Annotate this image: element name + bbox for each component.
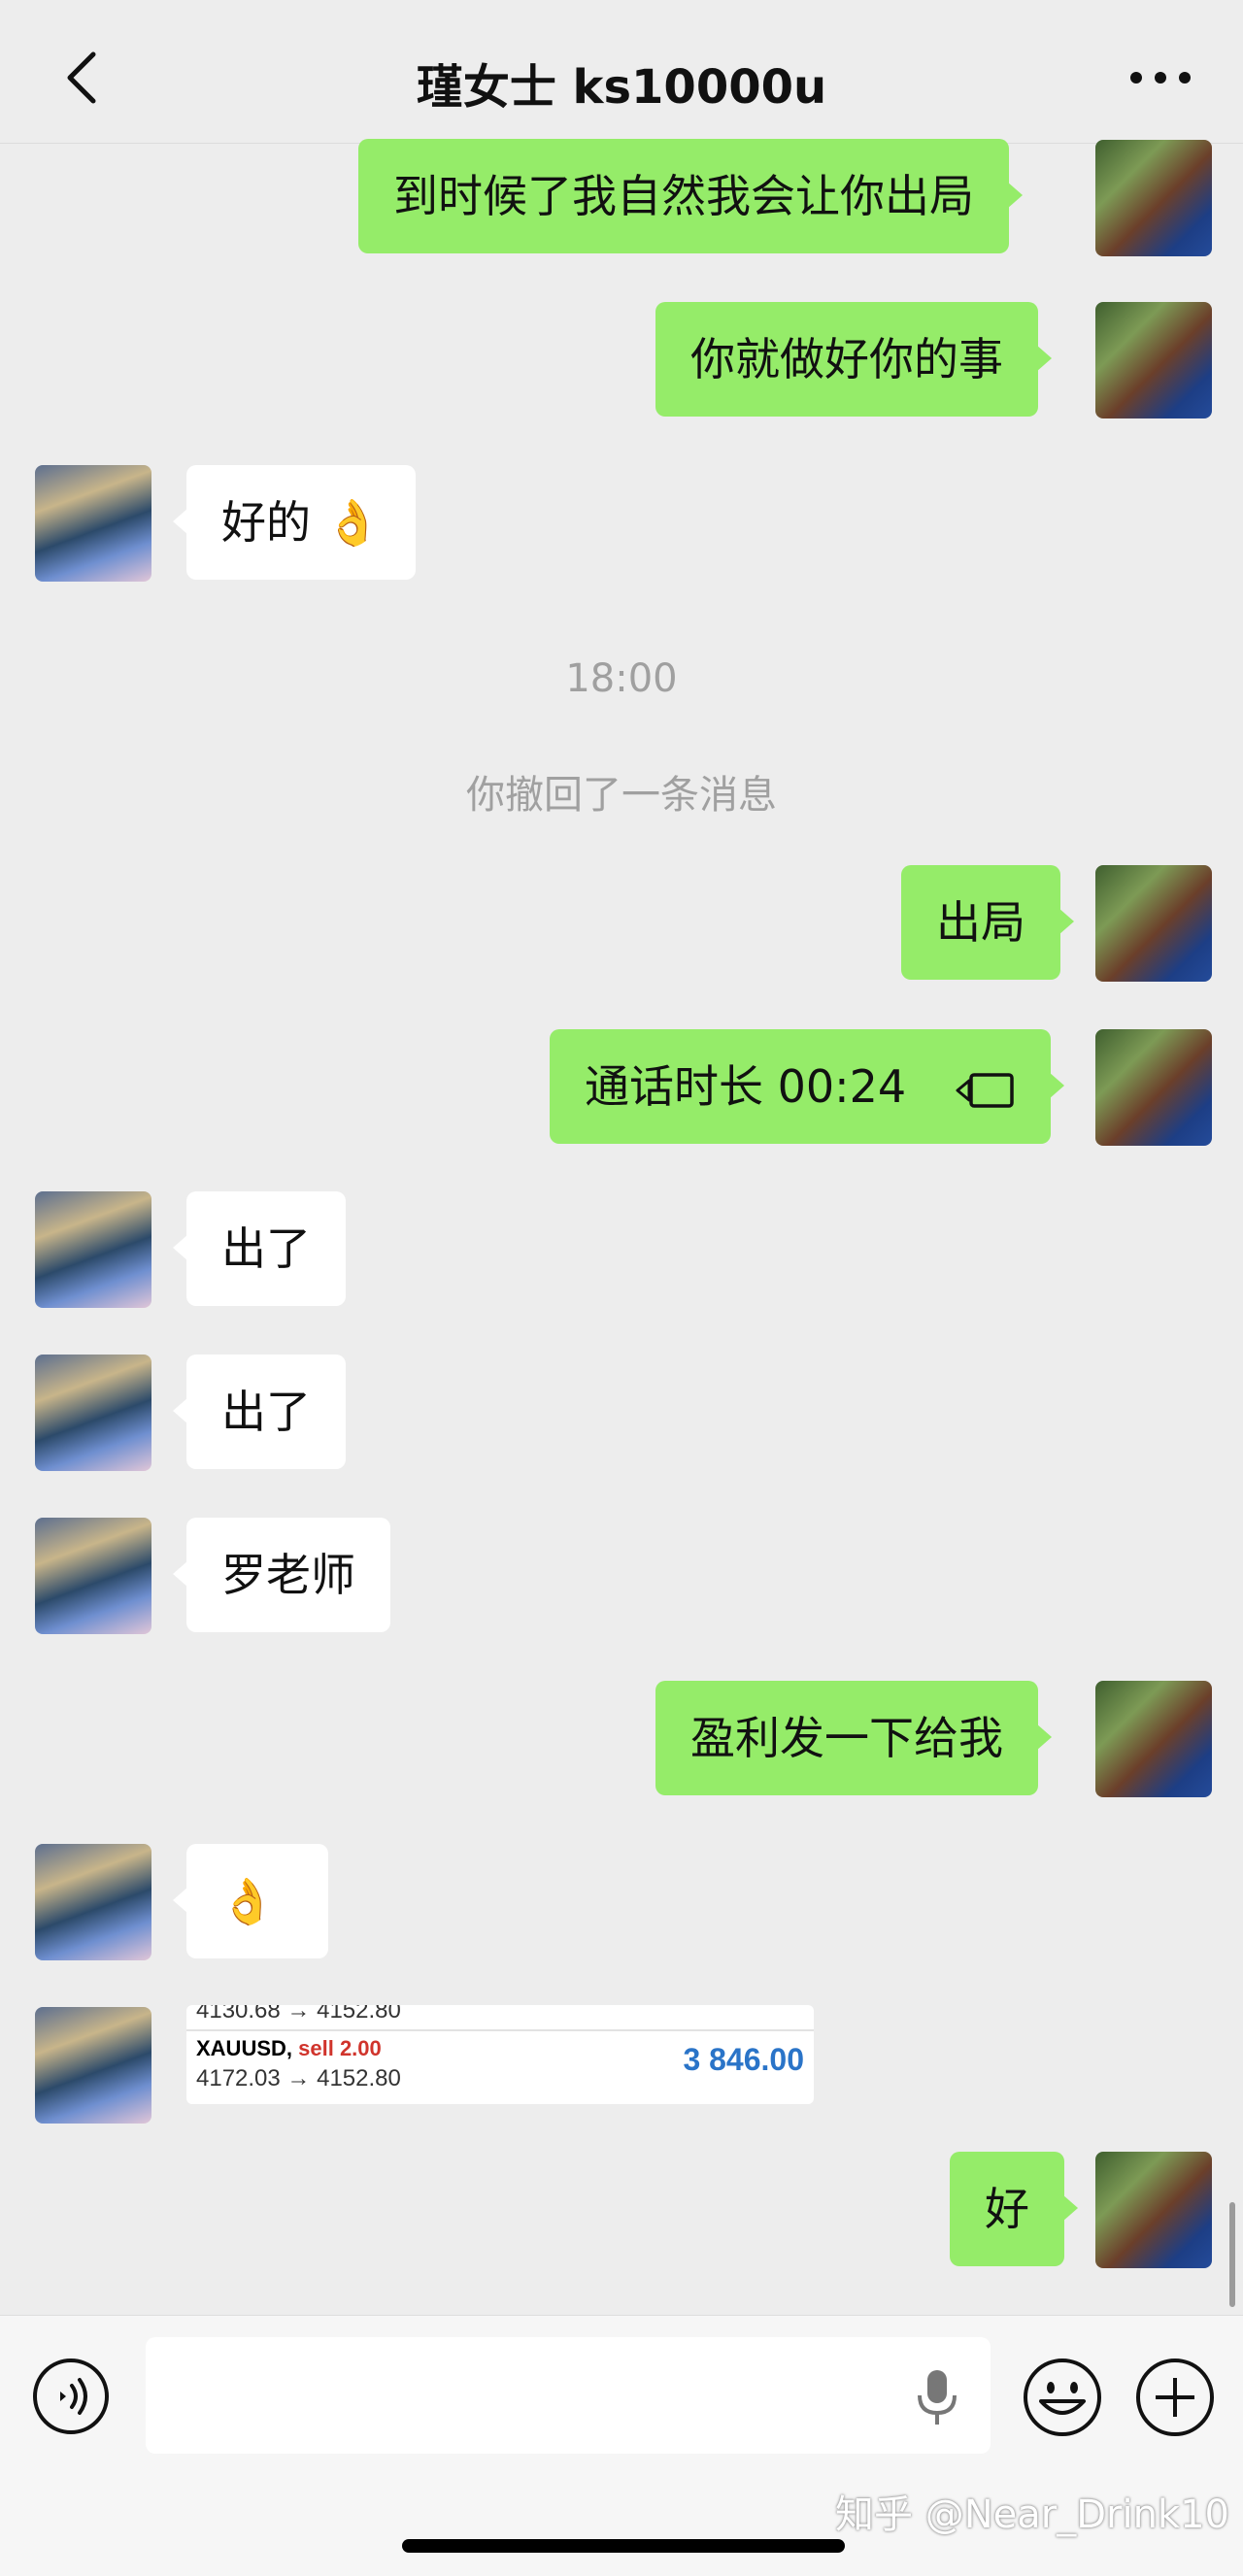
contact-avatar[interactable]: [35, 1518, 151, 1634]
chat-title: 瑾女士 ks10000u: [416, 60, 827, 115]
message-bubble-incoming[interactable]: 出了: [173, 1355, 346, 1469]
message-bubble-outgoing[interactable]: 到时候了我自然我会让你出局: [358, 139, 1023, 253]
trade-symbol: XAUUSD,: [196, 2036, 293, 2060]
home-indicator[interactable]: [402, 2539, 845, 2553]
trade-screenshot-image[interactable]: 4130.68 → 4152.80 XAUUSD, sell 2.00 4172…: [186, 2005, 814, 2104]
message-bubble-outgoing[interactable]: 盈利发一下给我: [655, 1681, 1052, 1795]
my-avatar[interactable]: [1095, 1681, 1212, 1797]
message-bubble-incoming[interactable]: 罗老师: [173, 1518, 390, 1632]
my-avatar[interactable]: [1095, 302, 1212, 418]
more-icon[interactable]: [1126, 58, 1194, 97]
my-avatar[interactable]: [1095, 1029, 1212, 1146]
trade-row2-prices: 4172.03 → 4152.80: [196, 2065, 401, 2091]
call-duration-text: 通话时长 00:24: [585, 1060, 907, 1113]
trade-side: sell 2.00: [298, 2036, 382, 2060]
message-bubble-outgoing[interactable]: 你就做好你的事: [655, 302, 1052, 417]
contact-avatar[interactable]: [35, 1844, 151, 1960]
contact-avatar[interactable]: [35, 1355, 151, 1471]
message-bubble-outgoing[interactable]: 出局: [901, 865, 1074, 980]
my-avatar[interactable]: [1095, 140, 1212, 256]
input-bar: 知乎 @Near_Drink10: [0, 2315, 1243, 2576]
chat-header: 瑾女士 ks10000u: [0, 0, 1243, 144]
message-bubble-incoming[interactable]: 出了: [173, 1191, 346, 1306]
trade-profit-value: 3 846.00: [683, 2042, 804, 2077]
trade-divider: [186, 2029, 814, 2031]
call-icon: [956, 1072, 1014, 1108]
plus-icon[interactable]: [1134, 2357, 1216, 2438]
message-input[interactable]: [146, 2337, 991, 2454]
voice-icon[interactable]: [31, 2357, 111, 2436]
message-text: 好的: [221, 496, 311, 549]
message-bubble-incoming[interactable]: 好的 👌: [173, 465, 416, 580]
scrollbar[interactable]: [1229, 2202, 1235, 2307]
timestamp: 18:00: [565, 656, 678, 701]
watermark: 知乎 @Near_Drink10: [835, 2492, 1229, 2537]
contact-avatar[interactable]: [35, 2007, 151, 2124]
message-bubble-incoming[interactable]: 👌: [173, 1844, 328, 1958]
trade-row1-prices: 4130.68 → 4152.80: [196, 2005, 401, 2024]
recall-notice: 你撤回了一条消息: [466, 773, 777, 818]
trade-row2-symbol: XAUUSD, sell 2.00: [196, 2036, 382, 2061]
emoji-icon[interactable]: [1022, 2357, 1103, 2438]
my-avatar[interactable]: [1095, 865, 1212, 982]
mic-icon[interactable]: [913, 2366, 961, 2428]
contact-avatar[interactable]: [35, 1191, 151, 1308]
message-bubble-outgoing[interactable]: 好: [950, 2152, 1078, 2266]
contact-avatar[interactable]: [35, 465, 151, 582]
call-duration-bubble[interactable]: 通话时长 00:24: [550, 1029, 1064, 1144]
my-avatar[interactable]: [1095, 2152, 1212, 2268]
ok-hand-emoji: 👌: [324, 496, 381, 549]
